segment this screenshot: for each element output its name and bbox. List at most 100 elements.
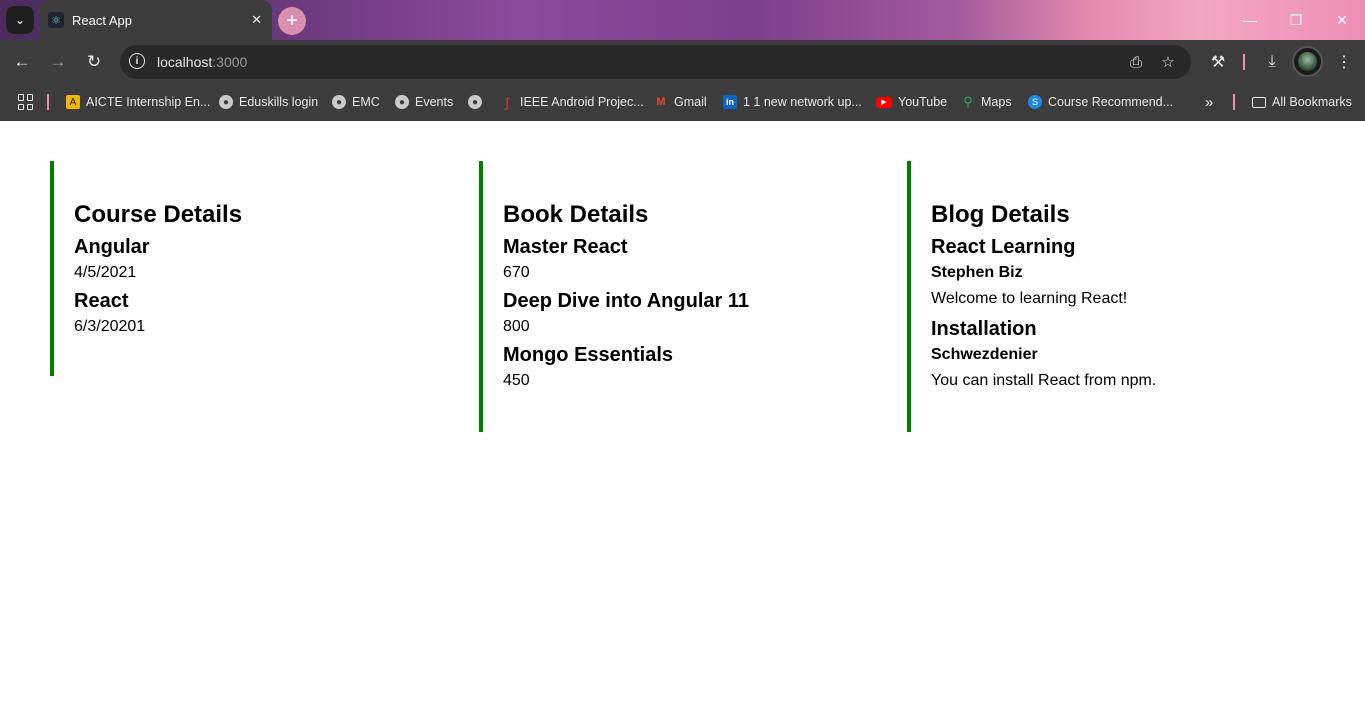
url-port: :3000 xyxy=(212,54,248,70)
blog-author: Schwezdenier xyxy=(931,346,1038,363)
bookmark-youtube[interactable]: ▶ YouTube xyxy=(876,92,947,112)
book-details-panel: Book Details Master React 670 Deep Dive … xyxy=(479,161,907,432)
book-price: 670 xyxy=(503,264,530,281)
blog-item: Installation Schwezdenier You can instal… xyxy=(931,317,1327,391)
more-bookmarks-button[interactable]: » xyxy=(1205,92,1213,112)
blog-text: Welcome to learning React! xyxy=(931,290,1128,307)
bookmark-label: AICTE Internship En... xyxy=(86,95,211,109)
all-bookmarks-button[interactable]: All Bookmarks xyxy=(1252,92,1352,112)
browser-title-bar: ⌄ ⚛ React App ✕ + — ❐ ✕ xyxy=(0,0,1365,40)
forward-button[interactable]: → xyxy=(45,49,71,75)
youtube-icon: ▶ xyxy=(876,96,892,108)
tab-search-button[interactable]: ⌄ xyxy=(6,6,34,34)
bookmark-maps[interactable]: ⚲ Maps xyxy=(961,92,1012,112)
double-chevron-right-icon: » xyxy=(1205,93,1214,111)
chevron-down-icon: ⌄ xyxy=(14,13,26,27)
page-content: Course Details Angular 4/5/2021 React 6/… xyxy=(0,121,1365,719)
blog-author: Stephen Biz xyxy=(931,264,1023,281)
blog-title: React Learning xyxy=(931,236,1076,258)
course-name: React xyxy=(74,290,129,312)
apps-grid-icon[interactable] xyxy=(18,94,34,110)
plus-icon: + xyxy=(286,9,298,32)
linkedin-icon: in xyxy=(723,95,737,109)
bookmark-ieee[interactable]: ∫ IEEE Android Projec... xyxy=(500,92,644,112)
tab-title: React App xyxy=(72,12,132,28)
bookmark-label: Maps xyxy=(981,95,1012,109)
blog-item: React Learning Stephen Biz Welcome to le… xyxy=(931,235,1327,309)
ieee-logo-icon: ∫ xyxy=(505,94,509,110)
book-item: Mongo Essentials 450 xyxy=(503,343,887,391)
window-controls: — ❐ ✕ xyxy=(1227,0,1365,40)
globe-icon: ● xyxy=(332,95,346,109)
star-icon[interactable]: ☆ xyxy=(1158,52,1178,72)
course-date: 6/3/20201 xyxy=(74,318,146,335)
avatar xyxy=(1298,52,1317,71)
course-item: Angular 4/5/2021 xyxy=(74,235,459,283)
bookmark-label: IEEE Android Projec... xyxy=(520,95,644,109)
bookmark-gmail[interactable]: M Gmail xyxy=(654,92,707,112)
bookmark-emc[interactable]: ● EMC xyxy=(332,92,380,112)
browser-toolbar: ← → ↻ i localhost:3000 ⎙ ☆ ⚒ ⤓ ⋮ xyxy=(0,40,1365,83)
bookmark-label: EMC xyxy=(352,95,380,109)
minimize-icon[interactable]: — xyxy=(1227,0,1273,40)
arrow-right-icon: → xyxy=(49,52,67,71)
course-date: 4/5/2021 xyxy=(74,264,137,281)
menu-icon[interactable]: ⋮ xyxy=(1331,49,1357,75)
book-item: Master React 670 xyxy=(503,235,887,283)
blog-details-panel: Blog Details React Learning Stephen Biz … xyxy=(907,161,1347,432)
close-icon[interactable]: ✕ xyxy=(251,12,262,28)
map-pin-icon: ⚲ xyxy=(963,94,973,109)
reload-button[interactable]: ↻ xyxy=(81,49,107,75)
site-info-icon[interactable]: i xyxy=(129,53,145,69)
bookmark-events[interactable]: ● Events xyxy=(395,92,453,112)
bookmark-label: 1 1 new network up... xyxy=(743,95,862,109)
all-bookmarks-label: All Bookmarks xyxy=(1272,95,1352,109)
bookmark-label: Eduskills login xyxy=(239,95,319,109)
reload-icon: ↻ xyxy=(86,52,102,71)
url-text[interactable]: localhost:3000 xyxy=(157,54,247,70)
window-close-icon[interactable]: ✕ xyxy=(1319,0,1365,40)
bookmarks-divider xyxy=(1233,94,1235,110)
address-bar[interactable]: i localhost:3000 ⎙ ☆ xyxy=(120,45,1191,79)
folder-icon xyxy=(1252,96,1266,108)
course-recommend-icon: S xyxy=(1028,95,1042,109)
book-name: Mongo Essentials xyxy=(503,344,674,366)
course-name: Angular xyxy=(74,236,150,258)
course-details-panel: Course Details Angular 4/5/2021 React 6/… xyxy=(50,161,479,376)
bookmark-globe[interactable]: ● xyxy=(468,92,488,112)
bookmark-label: YouTube xyxy=(898,95,948,109)
course-item: React 6/3/20201 xyxy=(74,289,459,337)
blog-title: Installation xyxy=(931,318,1037,340)
restore-icon[interactable]: ❐ xyxy=(1273,0,1319,40)
new-tab-button[interactable]: + xyxy=(278,7,306,35)
bookmarks-bar: A AICTE Internship En... ● Eduskills login… xyxy=(0,83,1365,121)
gmail-icon: M xyxy=(656,96,666,108)
back-button[interactable]: ← xyxy=(9,49,35,75)
blog-text: You can install React from npm. xyxy=(931,372,1157,389)
bookmark-eduskills[interactable]: ● Eduskills login xyxy=(219,92,318,112)
react-logo-icon: ⚛ xyxy=(48,12,64,28)
globe-icon: ● xyxy=(219,95,233,109)
download-icon[interactable]: ⤓ xyxy=(1259,49,1285,75)
bookmark-linkedin[interactable]: in 1 1 new network up... xyxy=(723,92,862,112)
profile-avatar[interactable] xyxy=(1292,46,1323,77)
book-name: Deep Dive into Angular 11 xyxy=(503,290,749,312)
browser-tab[interactable]: ⚛ React App ✕ xyxy=(40,0,272,40)
install-app-icon[interactable]: ⎙ xyxy=(1126,52,1146,72)
course-details-title: Course Details xyxy=(74,201,243,228)
bookmark-label: Course Recommend... xyxy=(1048,95,1174,109)
book-price: 800 xyxy=(503,318,530,335)
globe-icon: ● xyxy=(468,95,482,109)
bookmark-label: Gmail xyxy=(674,95,707,109)
bookmark-label: Events xyxy=(415,95,454,109)
blog-details-title: Blog Details xyxy=(931,201,1070,228)
bookmark-course-recommend[interactable]: S Course Recommend... xyxy=(1028,92,1173,112)
url-host: localhost xyxy=(157,54,213,70)
extensions-icon[interactable]: ⚒ xyxy=(1205,49,1231,75)
globe-icon: ● xyxy=(395,95,409,109)
bookmarks-divider xyxy=(47,94,49,110)
bookmark-aicte[interactable]: A AICTE Internship En... xyxy=(66,92,210,112)
book-price: 450 xyxy=(503,372,530,389)
aicte-icon: A xyxy=(66,95,80,109)
toolbar-divider xyxy=(1243,54,1245,70)
